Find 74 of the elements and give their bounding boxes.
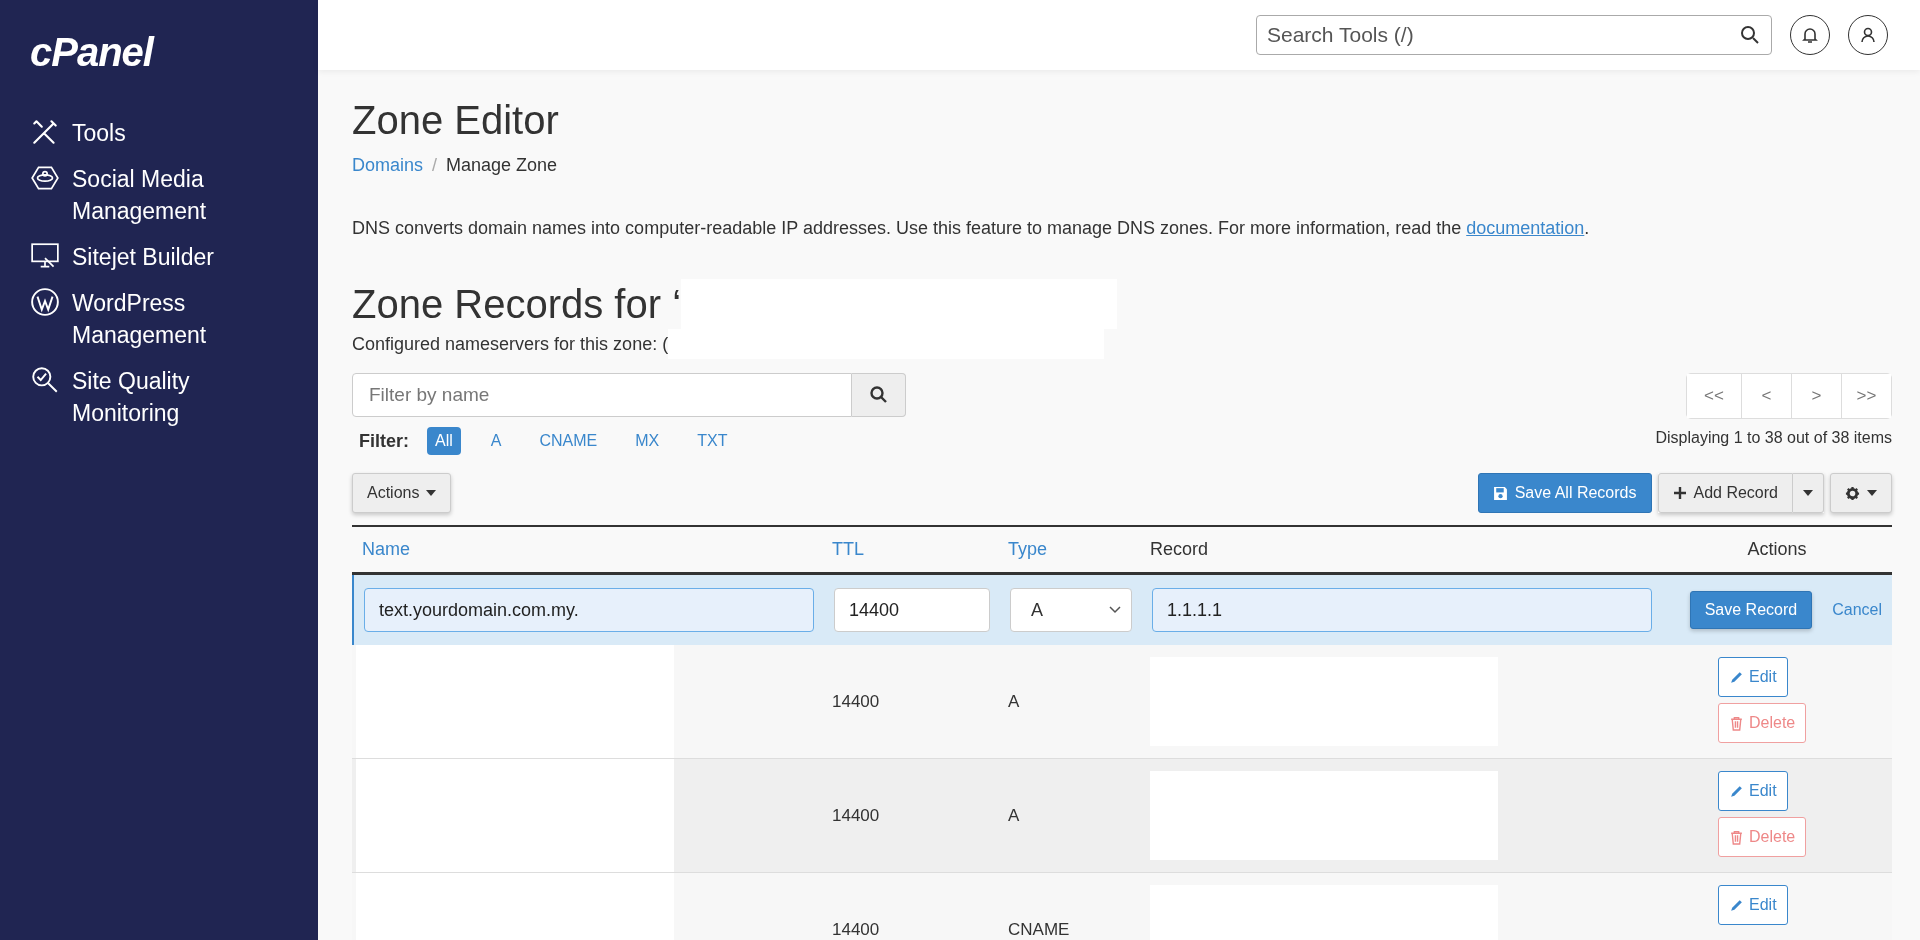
cancel-link[interactable]: Cancel [1832, 601, 1882, 619]
ttl-cell: 14400 [832, 805, 880, 826]
tools-icon [30, 117, 60, 147]
description-text: DNS converts domain names into computer-readable IP addresses. Use this feature to manage DNS zones. For more information, read the documentation. [352, 218, 1591, 239]
type-cell: A [1008, 805, 1020, 826]
cpanel-logo[interactable]: cPanel [30, 30, 153, 75]
filter-tab[interactable]: TXT [689, 427, 736, 455]
name-input[interactable]: text.yourdomain.com.my. [364, 588, 814, 632]
pencil-icon [1729, 783, 1744, 799]
type-select[interactable]: A [1010, 588, 1132, 632]
pagination-summary: Displaying 1 to 38 out of 38 items [1655, 429, 1892, 447]
sidebar-item[interactable]: Site Quality Monitoring [30, 365, 318, 429]
filter-label: Filter: [359, 430, 409, 452]
add-record-button[interactable]: Add Record [1657, 473, 1793, 513]
documentation-link[interactable]: documentation [1466, 218, 1585, 238]
wordpress-icon [30, 287, 60, 317]
monitor-pencil-icon [30, 241, 60, 271]
edit-button[interactable]: Edit [1718, 771, 1788, 811]
column-label: Actions [1746, 538, 1808, 561]
sidebar-item[interactable]: Social Media Management [30, 163, 318, 227]
column-header[interactable]: Name [352, 527, 822, 572]
settings-button[interactable] [1830, 473, 1892, 513]
search-icon [1740, 25, 1760, 45]
ttl-input[interactable]: 14400 [834, 588, 990, 632]
ttl-cell: 14400 [832, 691, 880, 712]
filter-tab[interactable]: MX [627, 427, 668, 455]
hexagon-icon [30, 163, 60, 193]
user-icon [1858, 25, 1878, 45]
caret-icon [426, 490, 437, 496]
save-record-button[interactable]: Save Record [1689, 591, 1813, 629]
sidebar-item[interactable]: Tools [30, 117, 318, 149]
filter-tab[interactable]: A [482, 427, 510, 455]
filter-tab[interactable]: All [427, 427, 461, 455]
notifications-button[interactable] [1790, 15, 1830, 55]
delete-button[interactable]: Delete [1718, 703, 1807, 743]
pencil-icon [1729, 897, 1744, 913]
magnifier-check-icon [30, 365, 60, 395]
search-icon [868, 385, 889, 405]
edit-button[interactable]: Edit [1718, 657, 1788, 697]
delete-button[interactable]: Delete [1718, 817, 1807, 857]
zone-heading: Zone Records for ‘ [352, 281, 682, 327]
type-cell: CNAME [1008, 919, 1070, 940]
chevron-icon [1109, 606, 1121, 614]
page-button[interactable]: >> [1841, 374, 1891, 418]
breadcrumb-current: Manage Zone [446, 155, 558, 176]
sidebar-item[interactable]: WordPress Management [30, 287, 318, 351]
record-input[interactable]: 1.1.1.1 [1152, 588, 1652, 632]
add-record-dropdown-button[interactable] [1793, 473, 1824, 513]
ttl-cell: 14400 [832, 919, 880, 940]
filter-field[interactable]: Filter by name [352, 373, 852, 417]
nameservers-label: Configured nameservers for this zone: ( [352, 333, 669, 355]
column-label: Record [1149, 538, 1210, 561]
search-field[interactable]: Search Tools (/) [1256, 15, 1772, 55]
edit-button[interactable]: Edit [1718, 885, 1788, 925]
bell-icon [1800, 25, 1820, 45]
column-header[interactable]: TTL [822, 527, 998, 572]
actions-button[interactable]: Actions [352, 473, 452, 513]
caret-icon [1867, 490, 1877, 496]
page-title: Zone Editor [352, 98, 560, 143]
filter-tab[interactable]: CNAME [531, 427, 606, 455]
type-cell: A [1008, 691, 1020, 712]
settings-icon [1845, 485, 1860, 501]
sidebar-item[interactable]: Sitejet Builder [30, 241, 318, 273]
search-button[interactable] [852, 373, 906, 417]
user-button[interactable] [1848, 15, 1888, 55]
pencil-icon [1729, 669, 1744, 685]
column-header[interactable]: Type [998, 527, 1140, 572]
plus-icon [1672, 486, 1687, 500]
caret-icon [1803, 490, 1813, 496]
save-all-records-button[interactable]: Save All Records [1477, 473, 1652, 513]
breadcrumb-link[interactable]: Domains [352, 155, 424, 176]
breadcrumb-separator: / [432, 155, 438, 176]
trash-icon [1729, 829, 1744, 845]
trash-icon [1729, 715, 1744, 731]
